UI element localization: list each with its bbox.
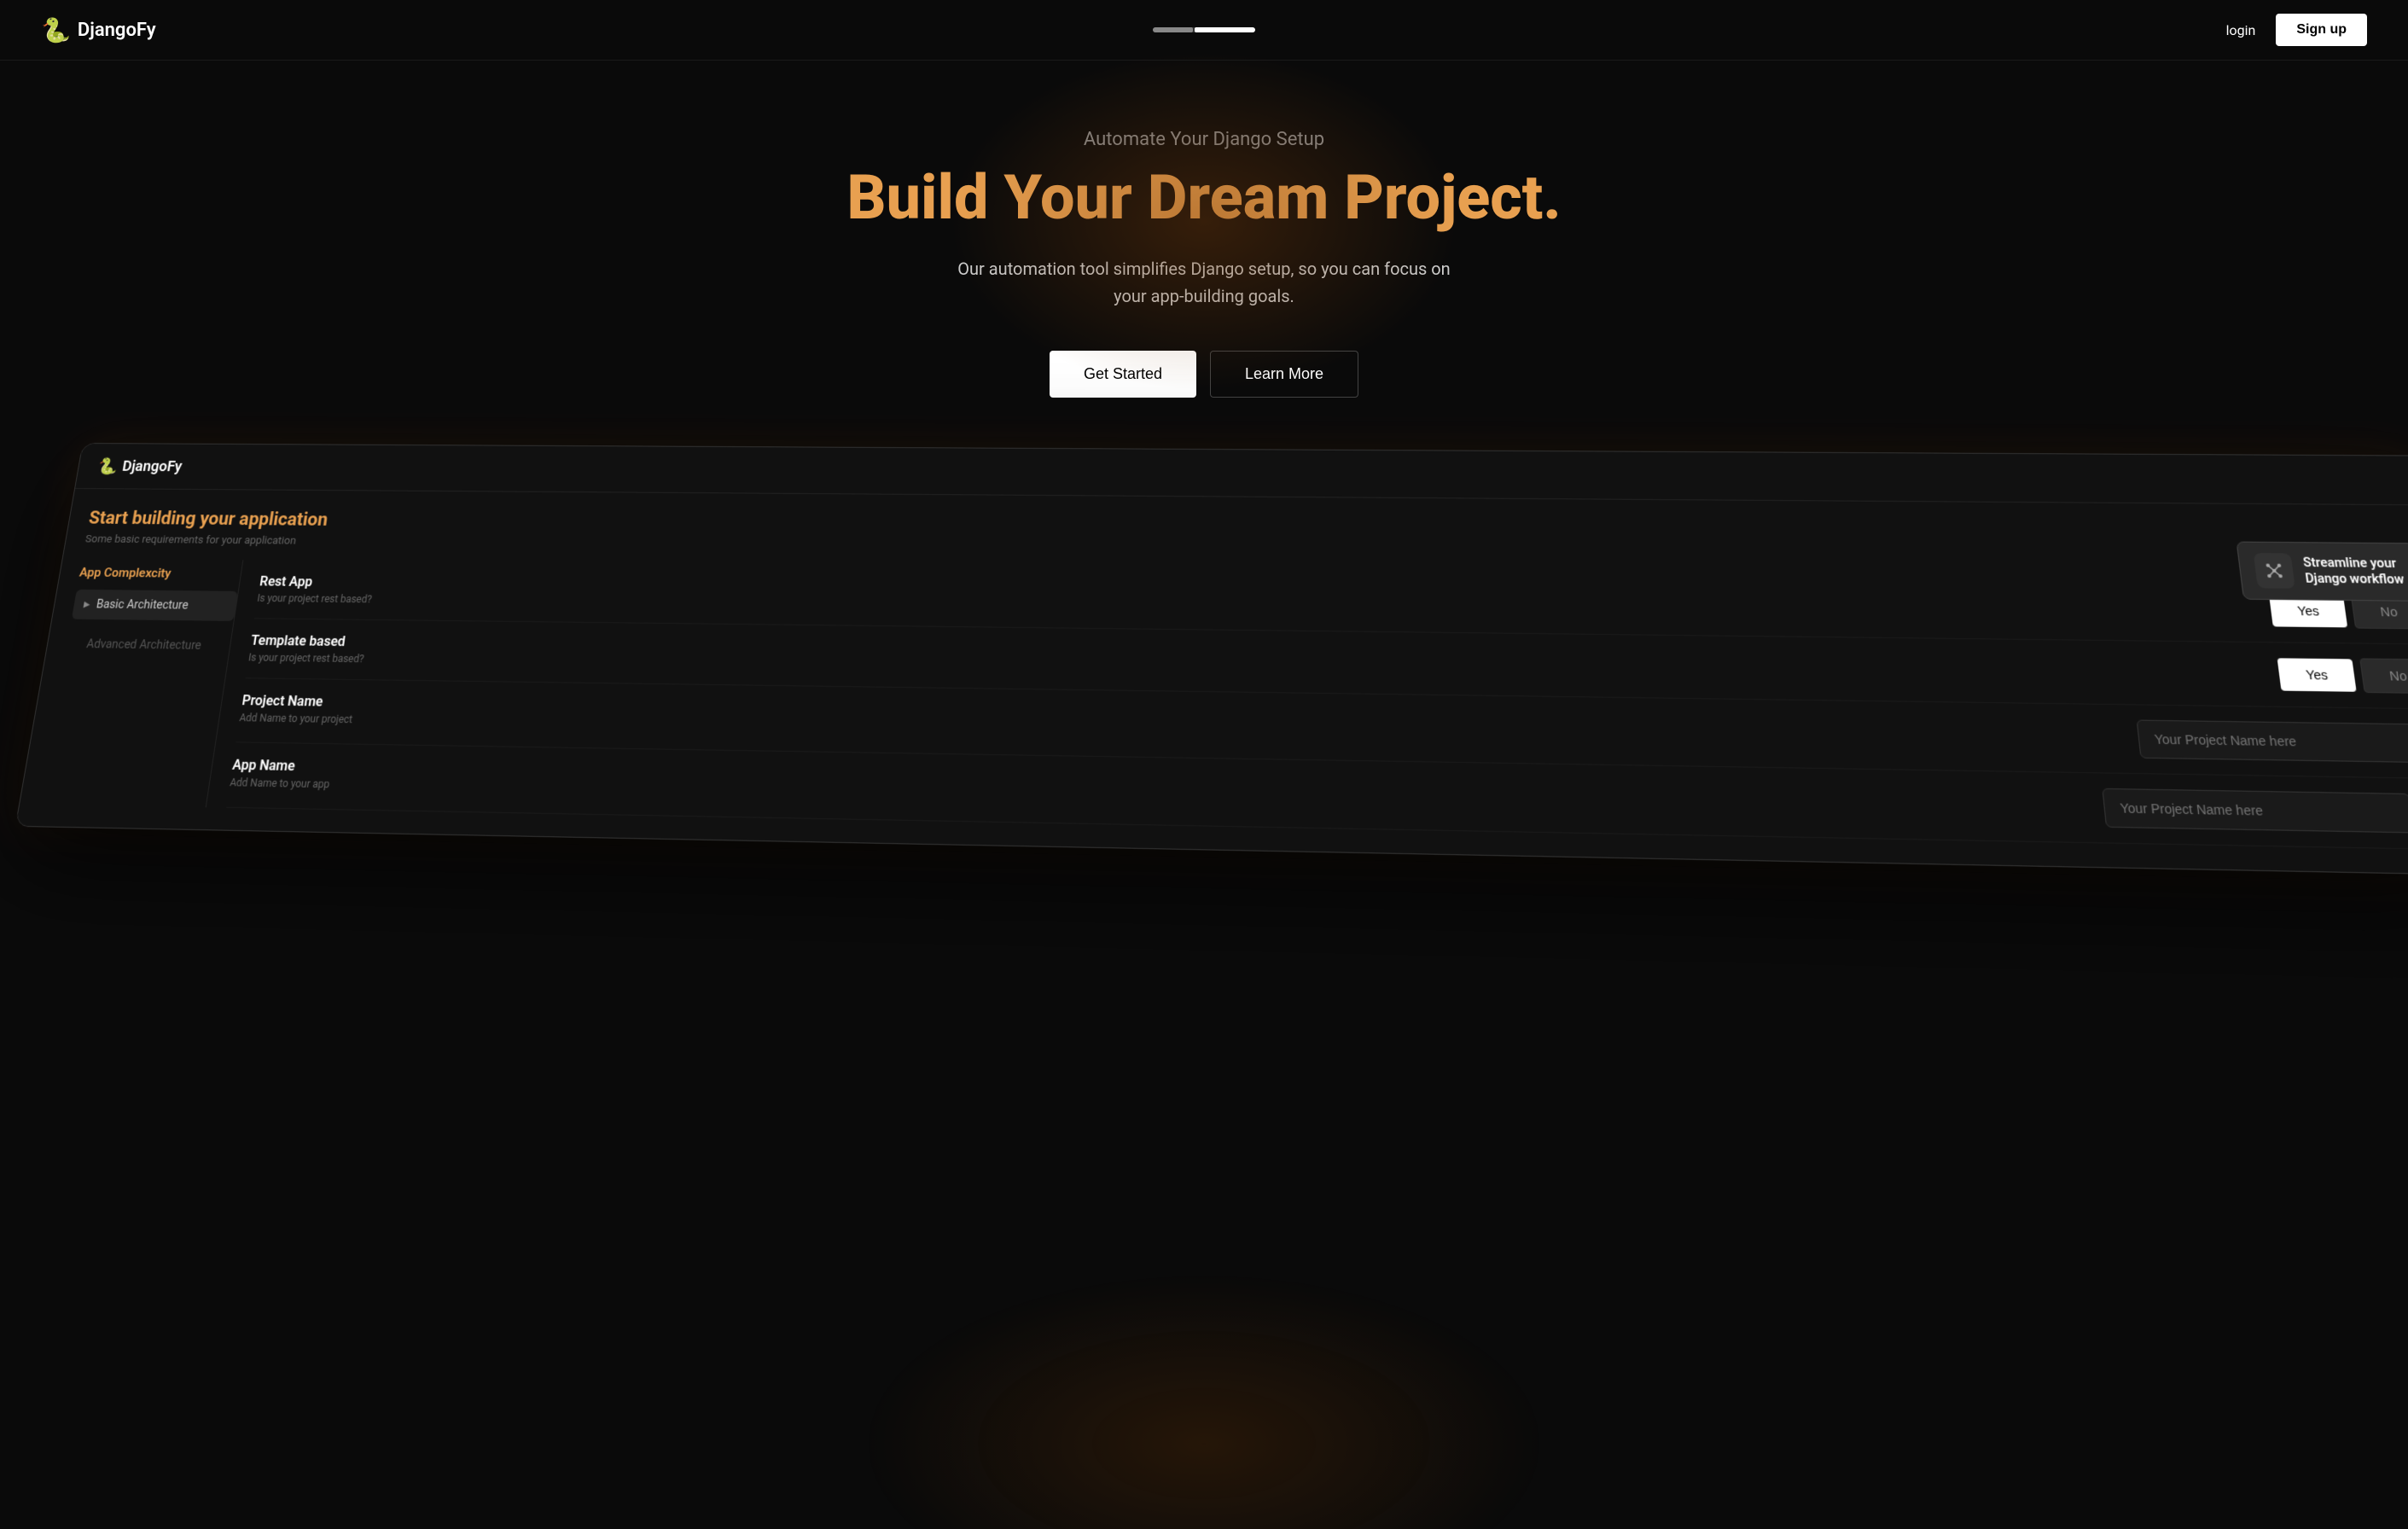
logo-icon: 🐍 (41, 16, 71, 44)
inner-logo-text: DjangoFy (121, 458, 183, 475)
progress-segment-1 (1153, 27, 1193, 32)
streamline-icon (2254, 553, 2295, 589)
project-name-input[interactable] (2137, 720, 2408, 764)
hero-section: Automate Your Django Setup Build Your Dr… (0, 61, 2408, 449)
logo-text: DjangoFy (78, 20, 156, 41)
template-controls: Yes No (2223, 657, 2408, 695)
template-yes-button[interactable]: Yes (2277, 659, 2357, 692)
hero-title: Build Your Dream Project. (41, 164, 2367, 231)
progress-bar (1153, 27, 1255, 32)
form-label-project-name: Project Name Add Name to your project (239, 692, 2140, 753)
inner-app: 🐍 DjangoFy Start building your applicati… (16, 444, 2408, 875)
sidebar-item-basic-label: Basic Architecture (96, 598, 189, 613)
inner-logo-icon: 🐍 (96, 456, 119, 475)
streamline-badge: Streamline yourDjango workflow (2236, 542, 2408, 602)
progress-segment-2 (1195, 27, 1255, 32)
get-started-button[interactable]: Get Started (1050, 351, 1196, 398)
streamline-text: Streamline yourDjango workflow (2302, 555, 2405, 589)
sidebar-item-basic[interactable]: ▶ Basic Architecture (72, 590, 238, 621)
form-label-template: Template based Is your project rest base… (247, 632, 2227, 690)
nav-actions: login Sign up (2226, 14, 2367, 46)
inner-logo: 🐍 DjangoFy (96, 456, 183, 476)
template-no-button[interactable]: No (2359, 659, 2408, 695)
background-glow (863, 1273, 1545, 1529)
project-name-control (2137, 720, 2408, 764)
sidebar-section-title: App Complexcity (79, 565, 241, 581)
app-preview: 🐍 DjangoFy Start building your applicati… (0, 449, 2408, 843)
inner-form: Rest App Is your project rest based? Yes… (206, 560, 2408, 850)
login-link[interactable]: login (2226, 22, 2256, 38)
form-label-rest-app: Rest App Is your project rest based? (257, 573, 2220, 626)
sidebar-item-advanced[interactable]: Advanced Architecture (63, 623, 233, 668)
hero-buttons: Get Started Learn More (41, 351, 2367, 398)
sidebar-item-advanced-label: Advanced Architecture (74, 631, 212, 660)
inner-main: App Complexcity ▶ Basic Architecture Adv… (17, 545, 2408, 866)
hero-subtitle: Automate Your Django Setup (41, 129, 2367, 150)
app-name-input[interactable] (2102, 788, 2408, 834)
play-icon: ▶ (83, 600, 90, 609)
progress-indicator (1153, 27, 1255, 32)
signup-button[interactable]: Sign up (2276, 14, 2367, 46)
learn-more-button[interactable]: Learn More (1210, 351, 1358, 398)
logo: 🐍 DjangoFy (41, 16, 156, 44)
hero-description: Our automation tool simplifies Django se… (948, 255, 1460, 310)
navbar: 🐍 DjangoFy login Sign up (0, 0, 2408, 61)
app-preview-wrapper: 🐍 DjangoFy Start building your applicati… (15, 443, 2408, 875)
app-name-control: + (2102, 788, 2408, 834)
